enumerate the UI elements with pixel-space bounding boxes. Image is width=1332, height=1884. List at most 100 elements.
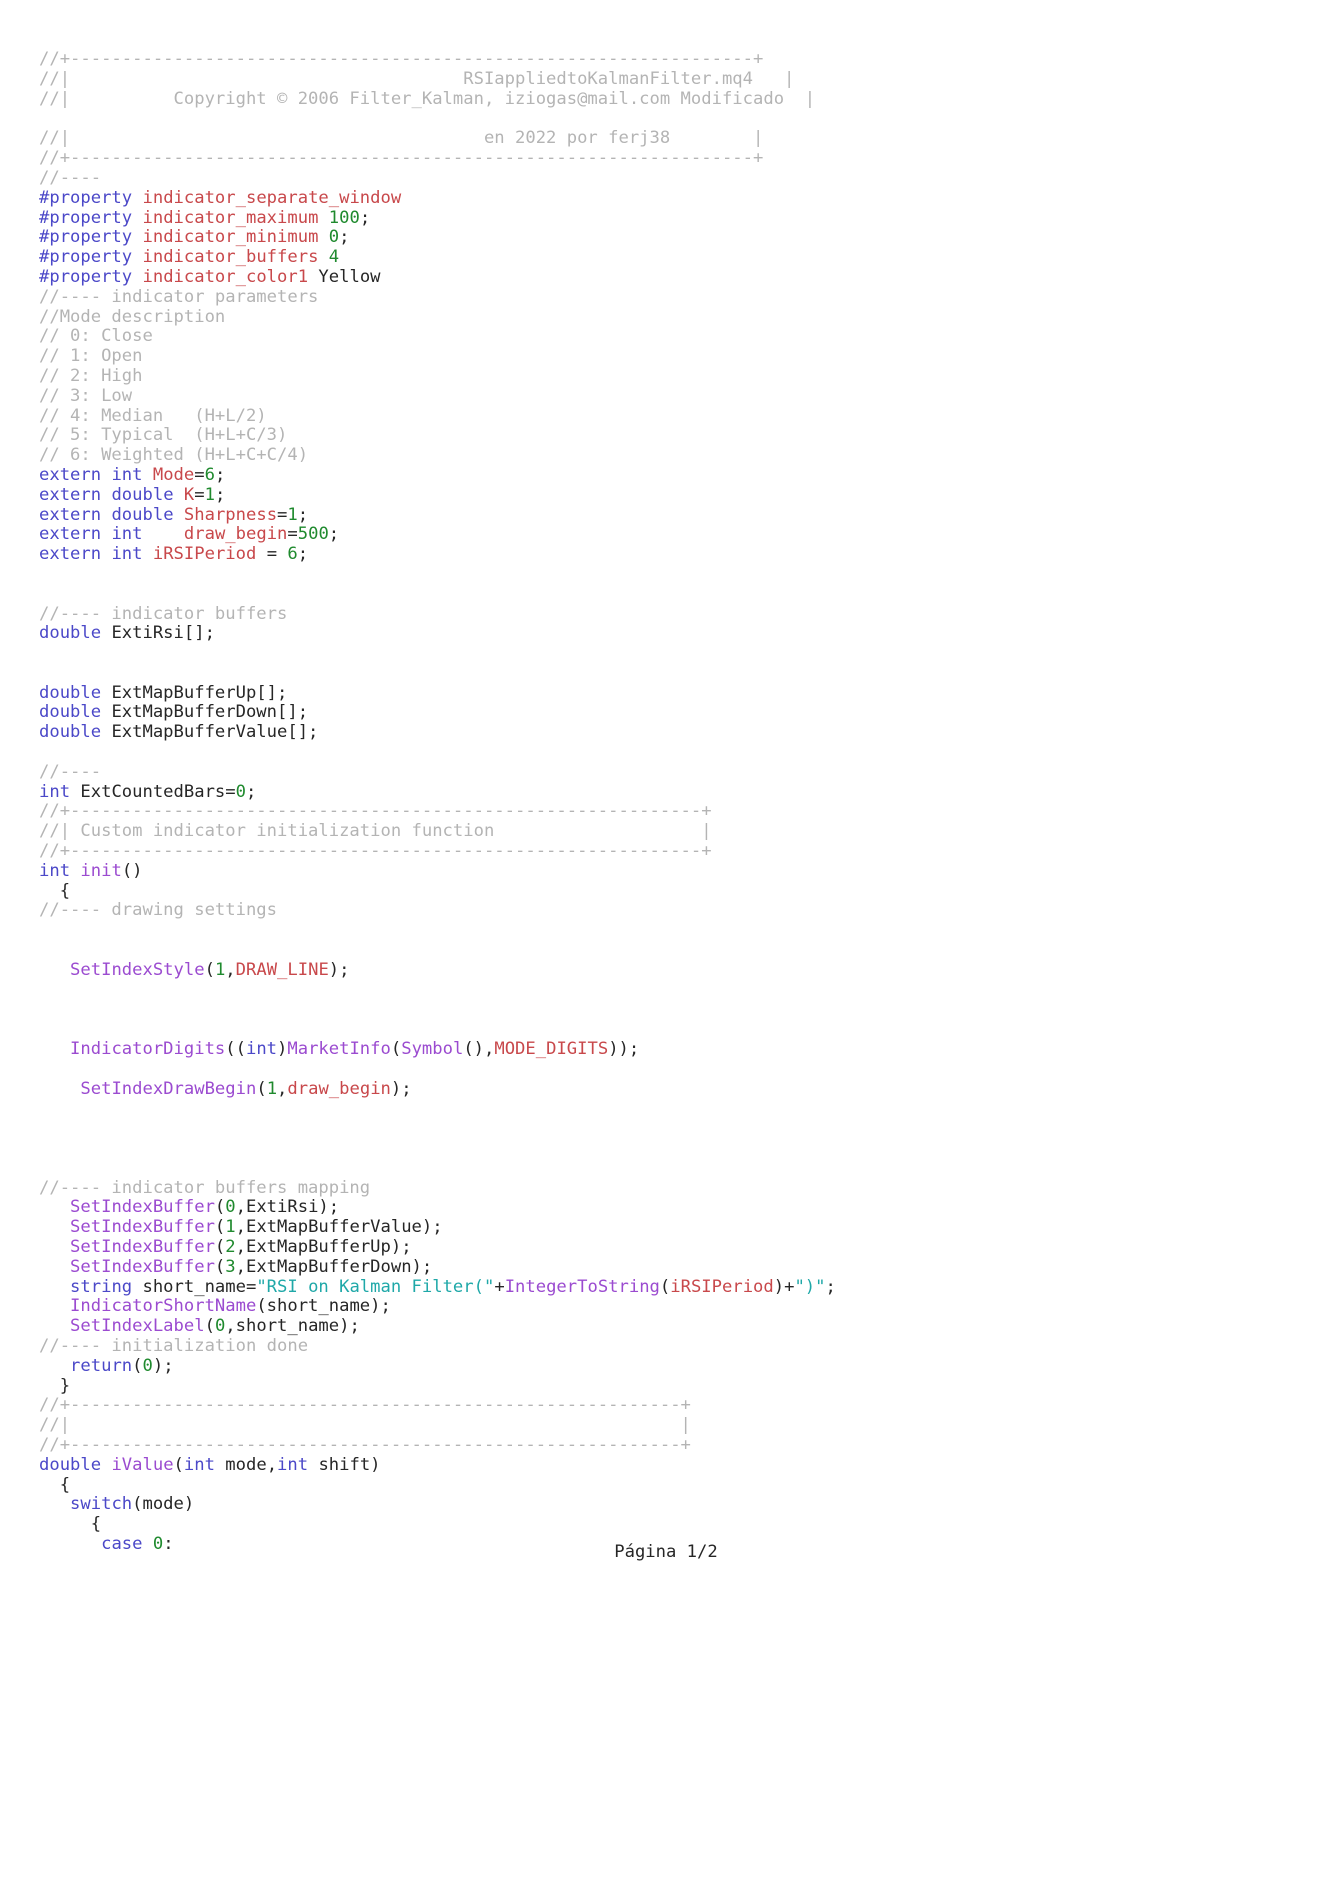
code-token: ,short_name); bbox=[225, 1316, 360, 1337]
code-token: ( bbox=[214, 1217, 226, 1238]
code-token: Mode bbox=[152, 464, 195, 485]
code-token: ); bbox=[328, 959, 350, 980]
code-line: SetIndexBuffer(1,ExtMapBufferValue); bbox=[39, 1217, 1299, 1238]
code-token: 0 bbox=[225, 1197, 236, 1218]
code-token: //| RSIappliedtoKalmanFilter.mq4 | bbox=[39, 68, 795, 89]
code-token: double bbox=[111, 504, 174, 525]
code-token: ( bbox=[173, 1454, 184, 1475]
code-token: extern bbox=[39, 464, 102, 485]
code-token: MODE_DIGITS bbox=[494, 1039, 609, 1060]
code-token: #property bbox=[39, 266, 133, 287]
code-line: //+-------------------------------------… bbox=[39, 49, 1299, 70]
code-token: DRAW_LINE bbox=[235, 959, 329, 980]
code-token: //---- bbox=[39, 167, 102, 188]
code-token: ExtMapBufferUp[]; bbox=[101, 682, 288, 703]
code-line: SetIndexBuffer(0,ExtiRsi); bbox=[39, 1198, 1299, 1218]
code-token: // 2: High bbox=[39, 365, 143, 386]
code-line: #property indicator_color1 Yellow bbox=[39, 266, 1299, 288]
code-token: // 3: Low bbox=[39, 385, 133, 406]
code-token: //---- drawing settings bbox=[39, 900, 277, 921]
code-line: #property indicator_minimum 0; bbox=[39, 227, 1299, 248]
code-token: { bbox=[39, 880, 71, 901]
code-line: //+-------------------------------------… bbox=[39, 802, 1299, 822]
code-token: ,ExtMapBufferValue); bbox=[235, 1217, 443, 1238]
code-token: Symbol bbox=[401, 1039, 464, 1060]
code-token: 1 bbox=[266, 1078, 278, 1099]
code-token: = bbox=[256, 544, 288, 565]
code-token: ; bbox=[825, 1276, 836, 1297]
code-token: ); bbox=[152, 1355, 174, 1376]
code-token: Yellow bbox=[308, 266, 381, 287]
code-token: } bbox=[39, 1375, 71, 1396]
code-token: extern bbox=[39, 524, 102, 545]
code-token: 100 bbox=[328, 207, 360, 228]
code-line: { bbox=[39, 1514, 1299, 1535]
code-token: 0 bbox=[142, 1355, 153, 1376]
code-token: //+-------------------------------------… bbox=[39, 1395, 691, 1416]
code-token: Sharpness bbox=[183, 504, 278, 525]
code-token: )+ bbox=[773, 1276, 795, 1297]
code-token: { bbox=[39, 1474, 71, 1495]
page-footer: Página 1/2 bbox=[614, 1542, 718, 1562]
code-line: //| en 2022 por ferj38 | bbox=[39, 128, 1299, 149]
code-token: = bbox=[277, 504, 288, 525]
code-line: IndicatorDigits((int)MarketInfo(Symbol()… bbox=[39, 1039, 1299, 1060]
code-token: draw_begin bbox=[287, 1078, 391, 1099]
code-token: SetIndexDrawBegin bbox=[80, 1078, 257, 1099]
code-line: #property indicator_buffers 4 bbox=[39, 247, 1299, 268]
code-token: 1 bbox=[225, 1217, 236, 1238]
code-token: SetIndexStyle bbox=[70, 959, 205, 980]
code-token: (( bbox=[225, 1039, 246, 1060]
code-token: 4 bbox=[328, 247, 340, 268]
code-token: ( bbox=[204, 1316, 215, 1337]
code-token: iRSIPeriod bbox=[670, 1276, 774, 1297]
code-line: //| Custom indicator initialization func… bbox=[39, 821, 1299, 842]
code-token: int bbox=[183, 1454, 215, 1475]
code-token: //+-------------------------------------… bbox=[39, 841, 712, 862]
code-token: iRSIPeriod bbox=[152, 544, 257, 565]
code-token: indicator_maximum bbox=[142, 207, 319, 228]
code-token: IndicatorShortName bbox=[70, 1296, 257, 1317]
code-token: mode, bbox=[214, 1454, 278, 1475]
code-token: int bbox=[111, 524, 143, 545]
code-token: ( bbox=[390, 1039, 402, 1060]
code-token: K bbox=[183, 484, 195, 505]
code-line: //---- indicator parameters bbox=[39, 287, 1299, 308]
code-line: //+-------------------------------------… bbox=[39, 1435, 1299, 1456]
code-token: 6 bbox=[204, 464, 215, 485]
code-token: 0 bbox=[328, 227, 340, 248]
code-token: double bbox=[39, 1454, 102, 1475]
code-token: ")" bbox=[794, 1276, 826, 1297]
code-line: SetIndexLabel(0,short_name); bbox=[39, 1316, 1299, 1337]
code-token: = bbox=[287, 524, 298, 545]
code-token: ; bbox=[328, 524, 340, 545]
code-line: double ExtiRsi[]; bbox=[39, 623, 1299, 644]
code-line: double ExtMapBufferDown[]; bbox=[39, 703, 1299, 723]
code-token: init bbox=[80, 860, 122, 881]
document-page: //+-------------------------------------… bbox=[0, 0, 1332, 1884]
code-token: = bbox=[194, 464, 205, 485]
code-line: //---- indicator buffers mapping bbox=[39, 1178, 1299, 1199]
code-token: ExtiRsi[]; bbox=[101, 623, 215, 644]
code-token: ExtMapBufferValue[]; bbox=[101, 722, 319, 743]
code-line: //| | bbox=[39, 1415, 1299, 1436]
code-token: 6 bbox=[287, 544, 298, 565]
code-token: ; bbox=[297, 504, 309, 525]
code-line: #property indicator_maximum 100; bbox=[39, 207, 1299, 229]
code-line: { bbox=[39, 880, 1299, 902]
code-line: //---- bbox=[39, 167, 1299, 189]
